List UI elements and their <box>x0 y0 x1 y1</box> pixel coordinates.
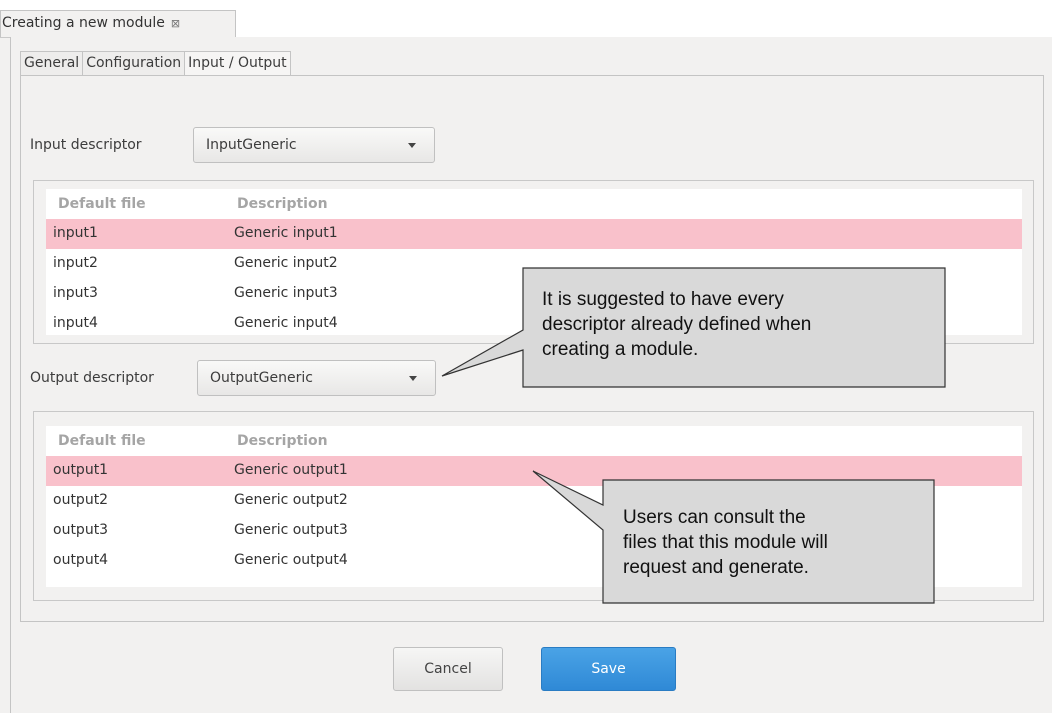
callout-shapes <box>441 267 946 604</box>
callout-line: It is suggested to have every <box>542 289 784 310</box>
cancel-button[interactable]: Cancel <box>393 647 503 691</box>
callout-line: files that this module will <box>623 532 828 553</box>
callout-line: descriptor already defined when <box>542 314 812 335</box>
files-callout-text: Users can consult the files that this mo… <box>623 505 828 580</box>
descriptor-callout-text: It is suggested to have every descriptor… <box>542 287 811 362</box>
callout-line: Users can consult the <box>623 507 806 528</box>
callout-line: request and generate. <box>623 557 809 578</box>
save-button[interactable]: Save <box>541 647 676 691</box>
callout-line: creating a module. <box>542 339 699 360</box>
